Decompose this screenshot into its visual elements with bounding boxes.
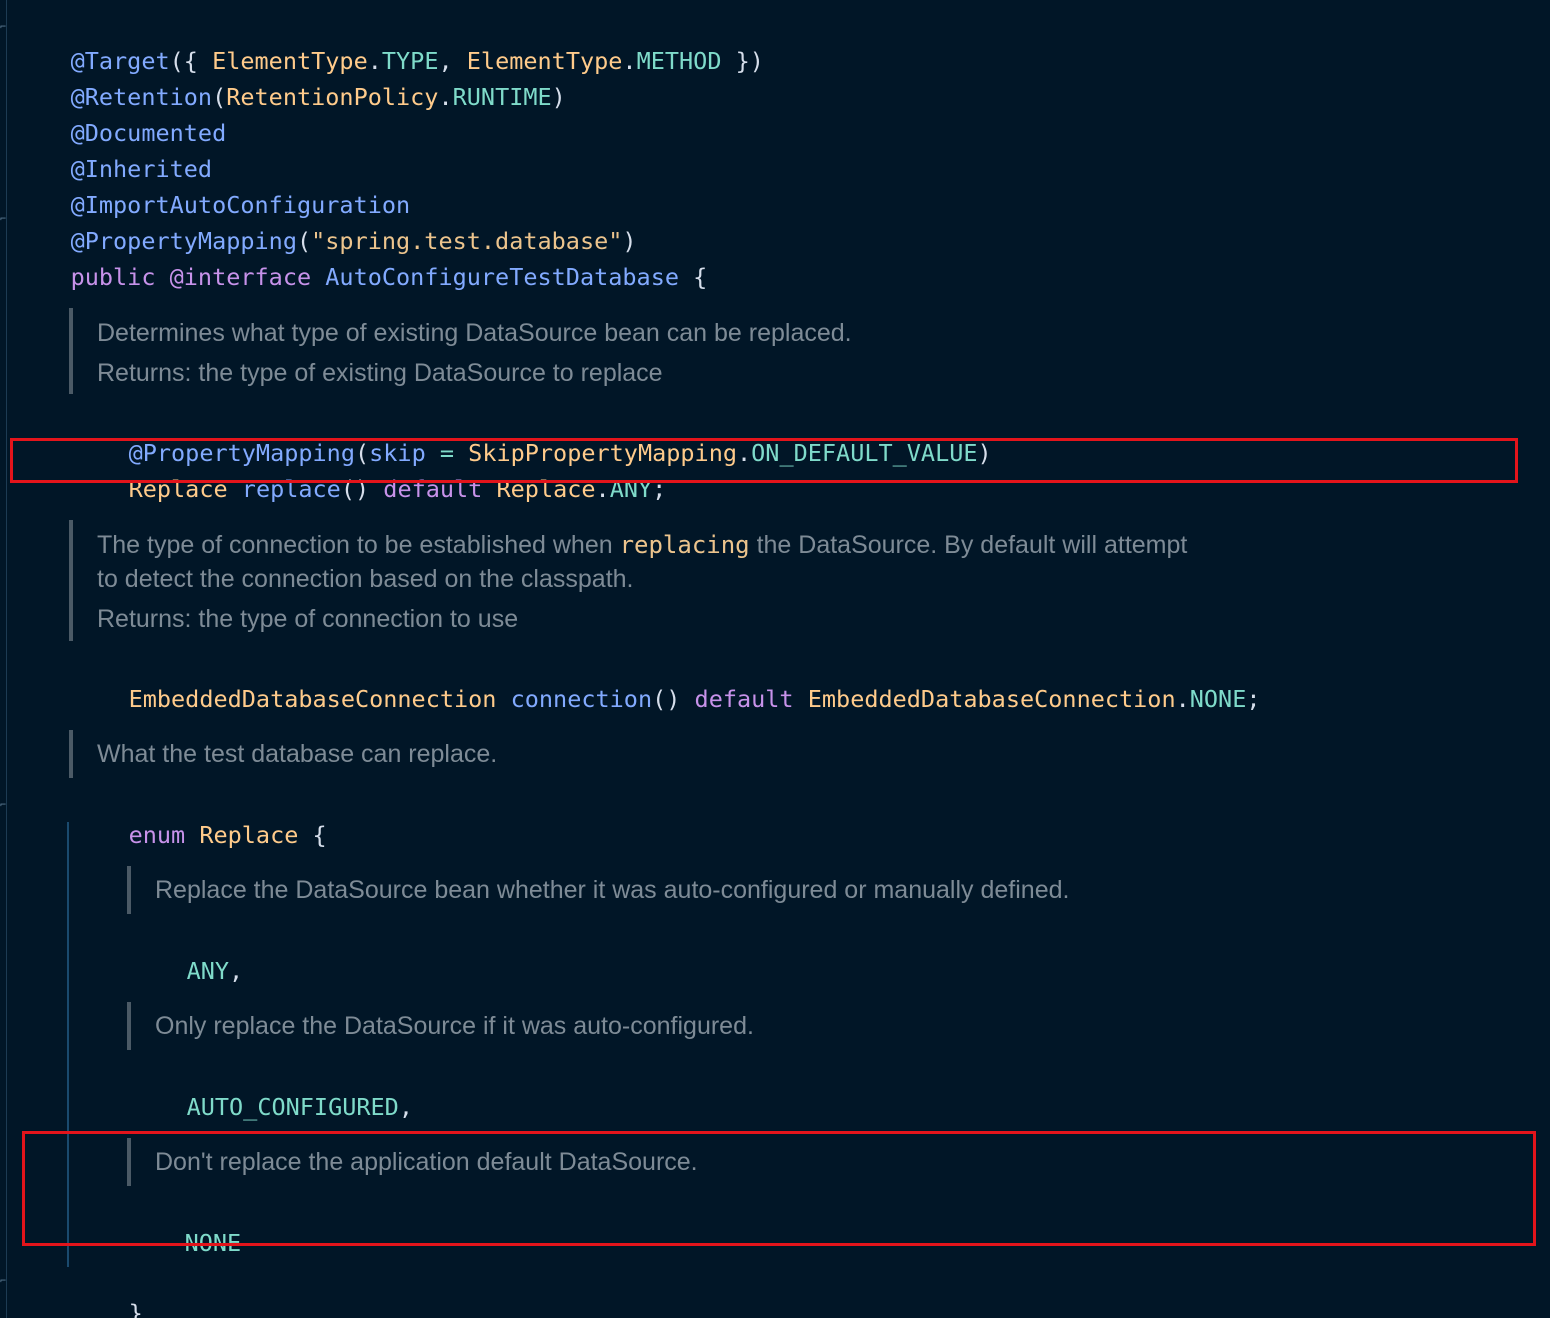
constant-token: RUNTIME [452, 83, 552, 111]
doc-code-token: replacing [619, 531, 750, 559]
doc-returns-text: Returns: the type of existing DataSource… [97, 359, 663, 387]
fold-marker-icon[interactable]: ⌐ [0, 22, 8, 34]
type-token: EmbeddedDatabaseConnection [128, 685, 497, 713]
fold-marker-icon[interactable]: ⌐ [0, 1276, 8, 1288]
doc-text: What the test database can replace. [97, 740, 498, 768]
punctuation: }) [721, 47, 764, 75]
method-name: connection [510, 685, 653, 713]
fold-marker-icon[interactable]: ⌐ [0, 800, 8, 812]
enum-constant: ANY [186, 957, 230, 985]
code-line-replace-propertymapping[interactable]: @PropertyMapping(skip = SkipPropertyMapp… [72, 408, 992, 467]
interface-name: AutoConfigureTestDatabase [325, 263, 679, 291]
doc-text-part: The type of connection to be established… [97, 531, 620, 559]
keyword-token: enum [128, 821, 186, 849]
doc-comment-connection: The type of connection to be established… [69, 520, 1187, 641]
doc-text: to detect the connection based on the cl… [97, 565, 634, 593]
constant-token: NONE [1189, 685, 1247, 713]
code-line-enum-value-auto-configured[interactable]: AUTO_CONFIGURED, [130, 1062, 413, 1121]
doc-text: Only replace the DataSource if it was au… [155, 1012, 754, 1040]
punctuation: ; [1246, 685, 1261, 713]
doc-text: Replace the DataSource bean whether it w… [155, 876, 1070, 904]
keyword-token: public [70, 263, 156, 291]
punctuation: . [438, 83, 453, 111]
code-line-enum-value-any[interactable]: ANY, [130, 926, 244, 985]
enum-name: Replace [199, 821, 299, 849]
highlight-box-replace-default [10, 438, 1518, 483]
doc-returns-text: Returns: the type of connection to use [97, 605, 519, 633]
enum-constant: AUTO_CONFIGURED [186, 1093, 399, 1121]
doc-comment-enum-any: Replace the DataSource bean whether it w… [127, 866, 1069, 914]
keyword-token: default [694, 685, 794, 713]
doc-comment-enum-auto-configured: Only replace the DataSource if it was au… [127, 1002, 754, 1050]
code-line-importautoconfiguration-annotation[interactable]: @ImportAutoConfiguration [14, 160, 411, 219]
type-token: RetentionPolicy [226, 83, 439, 111]
type-token: EmbeddedDatabaseConnection [807, 685, 1176, 713]
punctuation: } [128, 1299, 143, 1318]
punctuation: { [679, 263, 708, 291]
punctuation: ) [551, 83, 566, 111]
punctuation: { [298, 821, 327, 849]
punctuation: . [1175, 685, 1190, 713]
gutter-line [6, 0, 7, 1318]
code-line-interface-declaration[interactable]: public @interface AutoConfigureTestDatab… [14, 232, 708, 291]
doc-comment-enum: What the test database can replace. [69, 730, 497, 778]
keyword-token: @interface [169, 263, 312, 291]
code-line-enum-close[interactable]: } [72, 1268, 143, 1318]
code-line-retention-annotation[interactable]: @Retention(RetentionPolicy.RUNTIME) [14, 52, 566, 111]
code-editor[interactable]: ⌐ ⌐ ⌐ ⌐ @Target({ ElementType.TYPE, Elem… [0, 0, 1550, 1318]
code-line-connection-method[interactable]: EmbeddedDatabaseConnection connection() … [72, 654, 1261, 713]
punctuation: () [652, 685, 681, 713]
code-line-enum-declaration[interactable]: enum Replace { [72, 790, 327, 849]
punctuation: . [622, 47, 637, 75]
constant-token: METHOD [636, 47, 722, 75]
doc-text: The type of connection to be established… [97, 528, 1187, 562]
code-line-inherited-annotation[interactable]: @Inherited [14, 124, 212, 183]
code-line-target-annotation[interactable]: @Target({ ElementType.TYPE, ElementType.… [14, 16, 764, 75]
punctuation: , [229, 957, 244, 985]
doc-comment-replace: Determines what type of existing DataSou… [69, 308, 852, 394]
punctuation: , [398, 1093, 413, 1121]
doc-text: Determines what type of existing DataSou… [97, 319, 852, 347]
code-line-documented-annotation[interactable]: @Documented [14, 88, 227, 147]
fold-marker-icon[interactable]: ⌐ [0, 214, 8, 226]
doc-text-part: the DataSource. By default will attempt [749, 531, 1188, 559]
code-line-propertymapping-annotation[interactable]: @PropertyMapping("spring.test.database") [14, 196, 637, 255]
highlight-box-enum-none [22, 1131, 1536, 1246]
